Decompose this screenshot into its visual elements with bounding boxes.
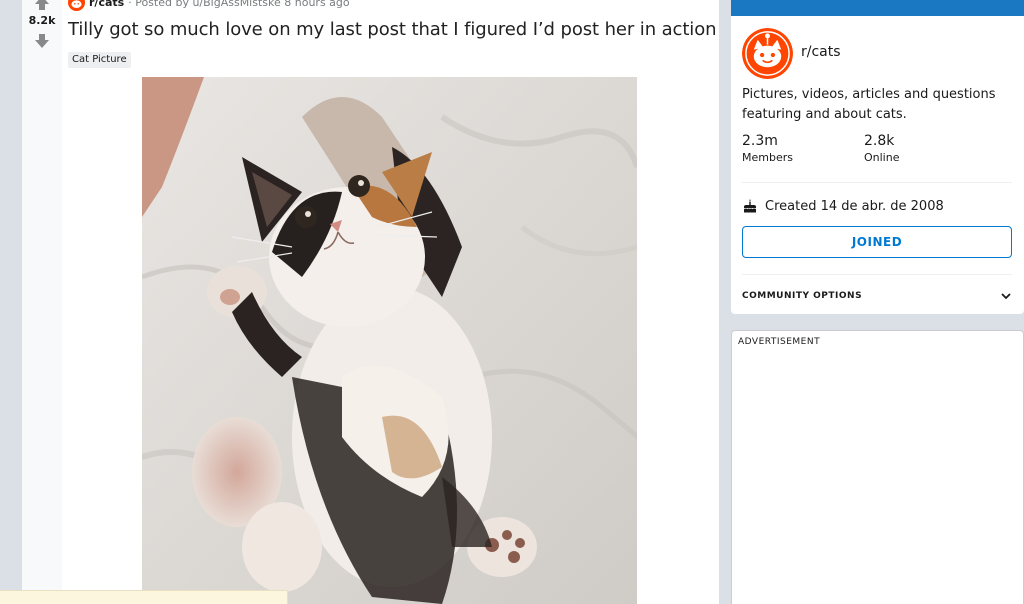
created-text: Created 14 de abr. de 2008 [765,198,944,214]
members-stat: 2.3m Members [742,133,793,164]
community-description: Pictures, videos, articles and questions… [742,87,996,122]
community-sidebar-card: r/cats Pictures, videos, articles and qu… [731,0,1024,314]
online-label: Online [864,151,900,164]
notification-toast[interactable] [0,590,288,604]
vote-score: 8.2k [28,14,56,27]
community-options-label: COMMUNITY OPTIONS [742,291,863,301]
community-options-toggle[interactable]: COMMUNITY OPTIONS [742,284,1012,308]
community-banner [731,0,1024,16]
downvote-icon[interactable] [33,33,51,49]
post-card[interactable]: 8.2k r/cats · Posted by u/BigAssMistske … [22,0,719,604]
post-title[interactable]: Tilly got so much love on my last post t… [68,19,717,40]
online-count: 2.8k [864,133,895,149]
divider [742,182,1012,183]
members-count: 2.3m [742,133,778,149]
posted-by-text[interactable]: · Posted by u/BigAssMistske 8 hours ago [128,0,349,9]
post-image[interactable] [142,77,637,604]
community-name[interactable]: r/cats [801,44,841,60]
upvote-icon[interactable] [33,0,51,11]
subreddit-link[interactable]: r/cats [89,0,124,9]
online-stat: 2.8k Online [864,133,899,164]
divider [742,274,1012,275]
post-meta: r/cats · Posted by u/BigAssMistske 8 hou… [68,0,350,11]
members-label: Members [742,151,793,164]
chevron-down-icon [1001,293,1011,300]
page-gutter [0,0,22,604]
community-avatar[interactable] [742,28,793,79]
created-date: Created 14 de abr. de 2008 [742,198,944,214]
joined-button[interactable]: JOINED [742,226,1012,258]
advertisement-card: ADVERTISEMENT [731,330,1024,604]
post-flair[interactable]: Cat Picture [68,52,131,68]
subreddit-icon[interactable] [68,0,85,11]
cake-icon [744,199,756,213]
advertisement-label: ADVERTISEMENT [738,337,821,347]
vote-column: 8.2k [22,0,62,604]
